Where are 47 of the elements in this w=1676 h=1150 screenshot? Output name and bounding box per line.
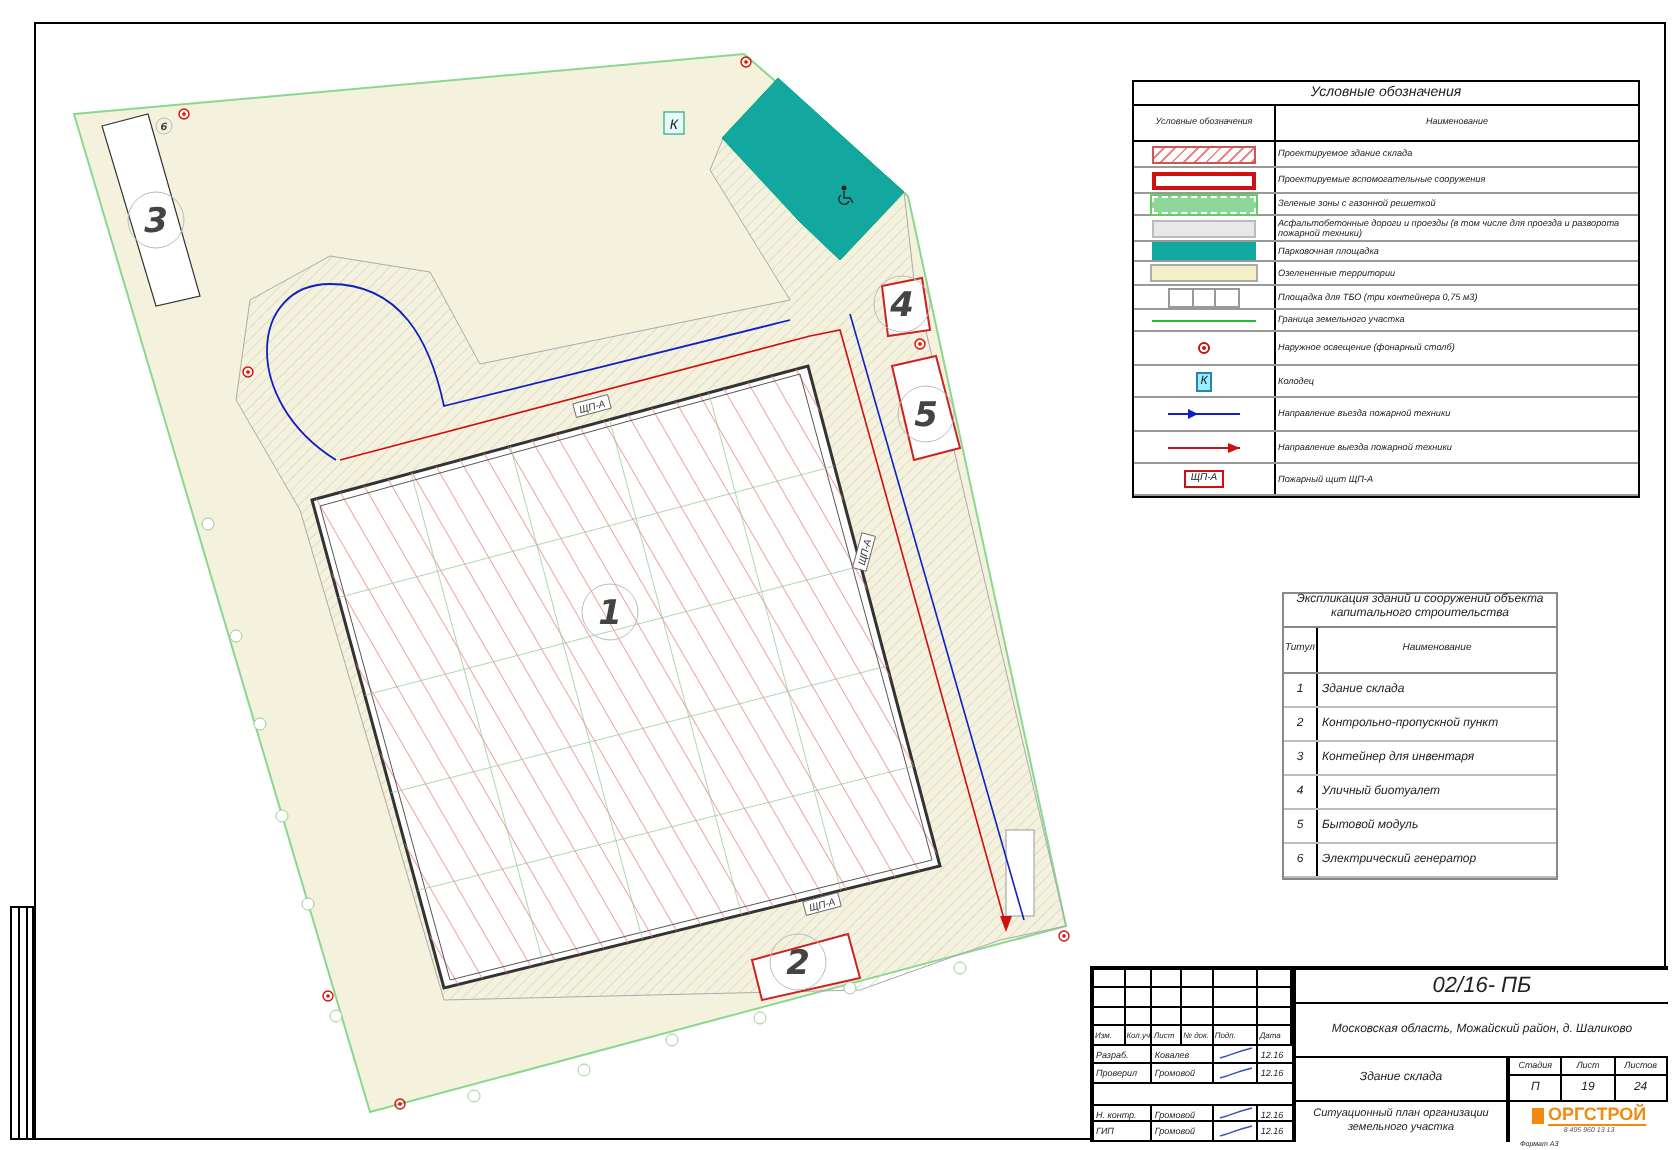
boundary-line <box>1152 319 1256 321</box>
axis-marker <box>229 629 243 643</box>
outline-swatch <box>1152 171 1256 189</box>
axis-marker <box>665 1033 679 1047</box>
lawn-grid-swatch <box>1152 195 1256 213</box>
lamp-icon <box>1058 930 1070 942</box>
marker-circle <box>581 583 639 641</box>
building-number: 3 <box>144 202 168 243</box>
lamp-icon <box>394 1098 406 1110</box>
cabin-building <box>890 354 962 462</box>
axis-marker <box>301 897 315 911</box>
arrow-icon <box>1168 408 1240 420</box>
well-symbol <box>663 111 685 135</box>
axis-marker <box>577 1063 591 1077</box>
lamp-icon <box>914 338 926 350</box>
building-number: 2 <box>786 944 810 985</box>
axis-marker <box>753 1011 767 1025</box>
greenery-swatch <box>1150 264 1258 282</box>
company-logo: ОРГСТРОЙ <box>1547 1106 1647 1127</box>
marker-circle <box>155 117 173 135</box>
waste-bin-area <box>1005 829 1035 917</box>
lamp-icon <box>242 366 254 378</box>
hatch-swatch <box>1152 145 1256 163</box>
marker-circle <box>769 933 827 991</box>
axis-marker <box>467 1089 481 1103</box>
building-number: 4 <box>890 286 914 327</box>
wheelchair-icon <box>838 185 854 206</box>
axis-marker <box>953 961 967 975</box>
parking-swatch <box>1152 242 1256 260</box>
marker-circle <box>897 385 955 443</box>
axis-marker <box>253 717 267 731</box>
checkpoint-building <box>750 932 862 1002</box>
axis-marker <box>201 517 215 531</box>
axis-marker <box>843 981 857 995</box>
marker-circle <box>127 191 185 249</box>
road-swatch <box>1152 219 1256 237</box>
building-number: 5 <box>914 396 938 437</box>
document-code: 02/16- ПБ <box>1296 970 1668 1004</box>
lamp-icon <box>740 56 752 68</box>
arrow-icon <box>1168 441 1240 453</box>
logo-icon <box>1531 1108 1544 1125</box>
building-number: 1 <box>598 594 622 635</box>
lamp-icon <box>1198 342 1210 354</box>
lamp-icon <box>322 990 334 1002</box>
lamp-icon <box>178 108 190 120</box>
axis-marker <box>275 809 289 823</box>
axis-marker <box>329 1009 343 1023</box>
